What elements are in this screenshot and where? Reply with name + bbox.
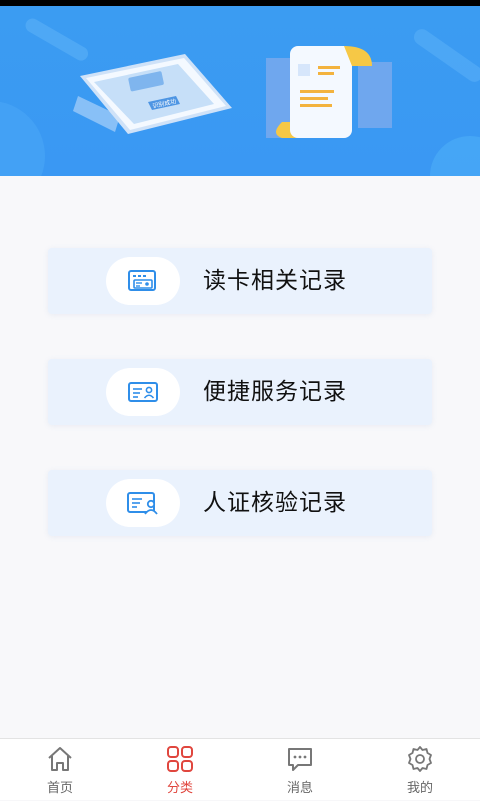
person-verify-icon bbox=[127, 492, 158, 515]
category-icon bbox=[167, 746, 193, 772]
tab-mine[interactable]: 我的 bbox=[360, 739, 480, 801]
record-card-id-verification[interactable]: 人证核验记录 bbox=[48, 470, 432, 536]
tab-label: 分类 bbox=[166, 781, 193, 796]
home-icon bbox=[48, 747, 72, 771]
record-icon-badge bbox=[106, 479, 180, 527]
record-label: 人证核验记录 bbox=[203, 490, 347, 516]
record-list: 读卡相关记录 便捷服务记录 人证核验记录 bbox=[0, 176, 480, 738]
settings-gear-icon bbox=[408, 746, 432, 772]
record-card-read-card[interactable]: 读卡相关记录 bbox=[48, 248, 432, 314]
tab-messages[interactable]: 消息 bbox=[240, 739, 360, 801]
record-card-convenient-service[interactable]: 便捷服务记录 bbox=[48, 359, 432, 425]
tab-label: 首页 bbox=[46, 781, 73, 796]
phone-illustration: 识别成功 bbox=[73, 54, 232, 134]
banner-illustration: 识别成功 bbox=[0, 18, 480, 176]
record-label: 读卡相关记录 bbox=[203, 268, 347, 294]
message-icon bbox=[288, 748, 312, 771]
document-illustration bbox=[266, 46, 392, 138]
tab-label: 我的 bbox=[406, 781, 433, 796]
card-reader-icon bbox=[128, 270, 156, 291]
tab-label: 消息 bbox=[286, 781, 313, 796]
record-label: 便捷服务记录 bbox=[203, 379, 347, 405]
header-banner: 识别成功 bbox=[0, 6, 480, 176]
id-card-icon bbox=[128, 382, 158, 402]
tab-home[interactable]: 首页 bbox=[0, 739, 120, 801]
record-icon-badge bbox=[106, 257, 180, 305]
bottom-tab-bar: 首页 分类 消息 我的 bbox=[0, 738, 480, 800]
tab-category[interactable]: 分类 bbox=[120, 739, 240, 801]
record-icon-badge bbox=[106, 368, 180, 416]
